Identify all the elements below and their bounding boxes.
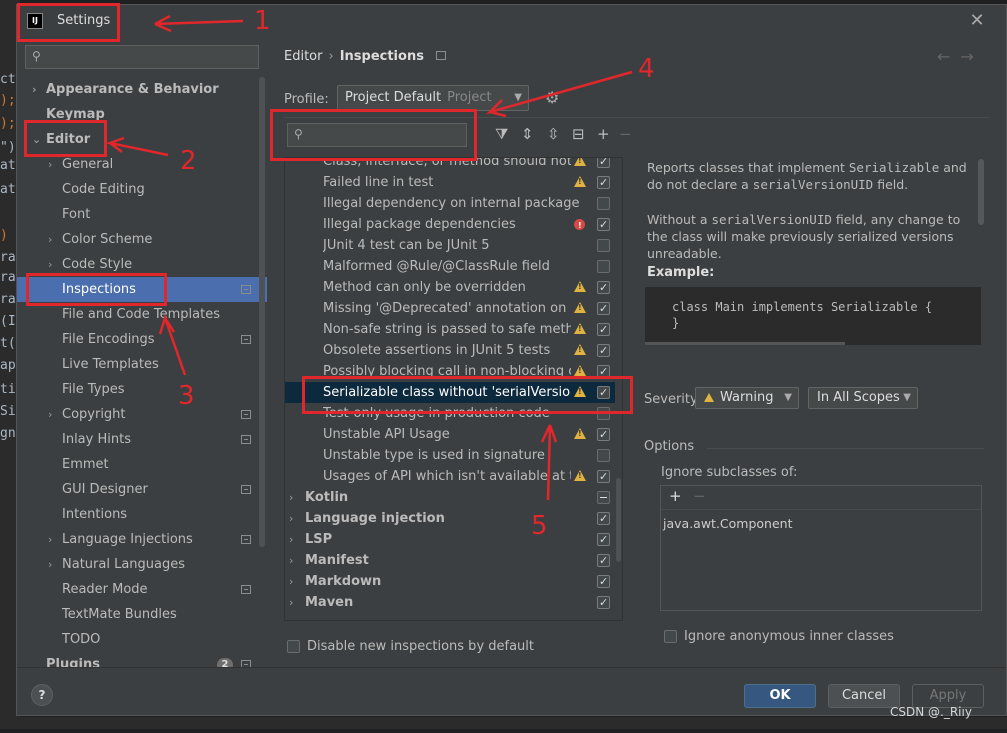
annotation-arrow-1 [154, 14, 244, 33]
annotation-arrow-2 [105, 136, 169, 157]
annotation-arrow-5 [540, 424, 558, 501]
annotation-arrows [105, 14, 633, 501]
annotation-arrow-3 [158, 314, 187, 376]
annotation-arrow-4 [485, 70, 633, 118]
watermark: CSDN @._Ri̇̇ıy [890, 705, 972, 719]
